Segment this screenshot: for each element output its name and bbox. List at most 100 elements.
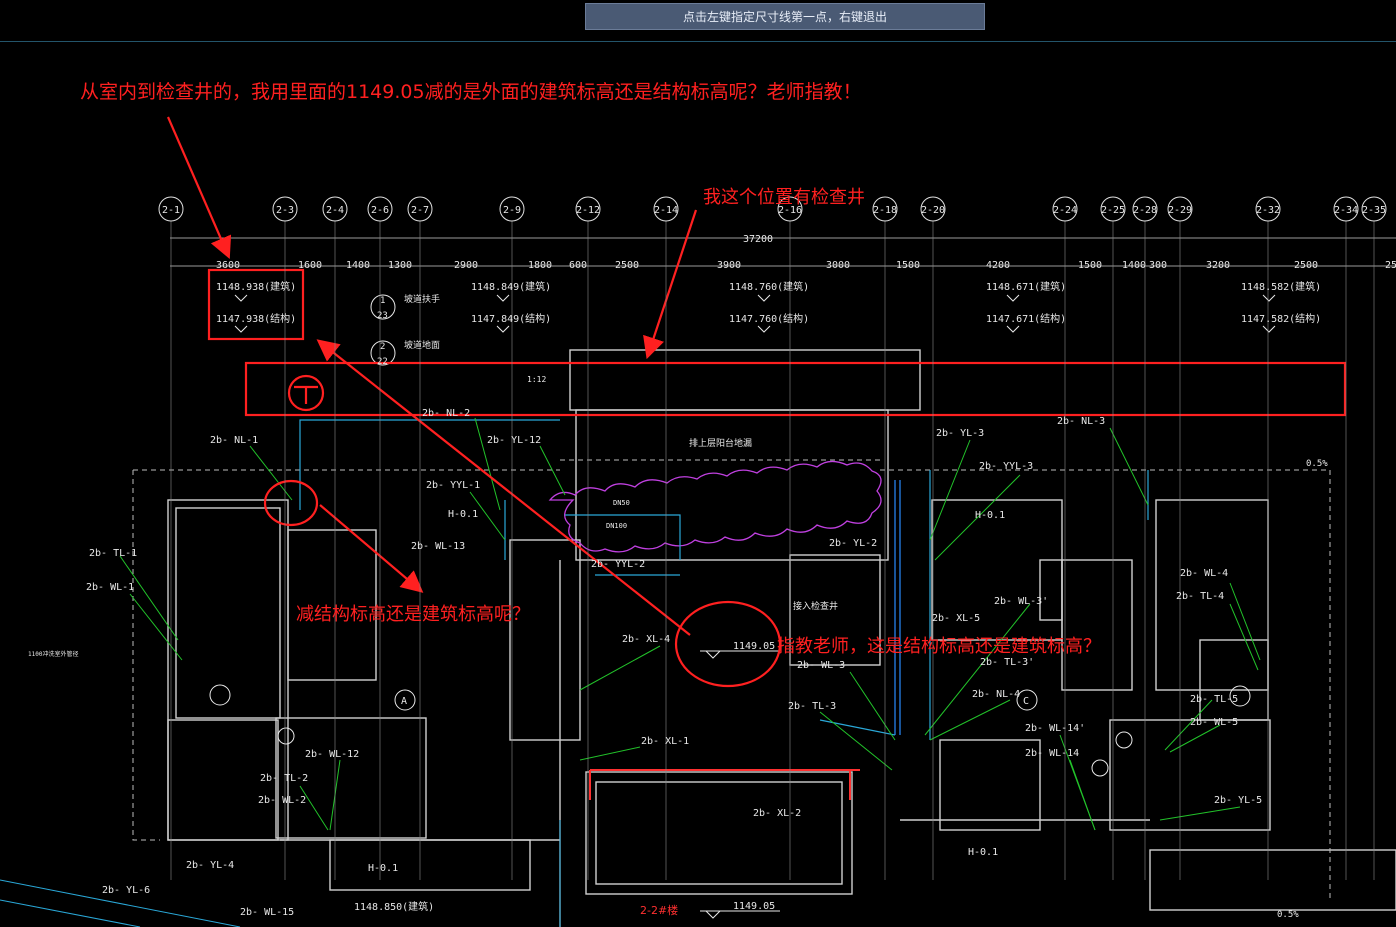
elev-struct-5: 1147.582(结构) [1241, 312, 1321, 325]
dimension-label: 2900 [454, 260, 478, 271]
elev-indoor: 1149.05 [733, 641, 775, 652]
label-h01c: H-0.1 [975, 510, 1005, 521]
label-section: 1100冲洗室外管径 [28, 650, 78, 658]
label-yl2: 2b- YL-2 [829, 538, 877, 549]
label-xl5: 2b- XL-5 [932, 613, 980, 624]
label-tl3: 2b- TL-3 [788, 701, 836, 712]
elev-arch-4: 1148.671(建筑) [986, 280, 1066, 293]
dimension-label: 600 [569, 260, 587, 271]
elev-struct-4: 1147.671(结构) [986, 312, 1066, 325]
elev-struct-3: 1147.760(结构) [729, 312, 809, 325]
pipe-highlight-circle [263, 479, 319, 527]
dimension-label: 1400 [1122, 260, 1146, 271]
label-slope: 0.5% [1306, 459, 1328, 469]
elevation-highlight-box [207, 268, 305, 341]
label-n2: 2 [380, 342, 385, 352]
axis-bubble-label: 2-1 [162, 205, 180, 216]
label-ramp-rail: 坡道扶手 [404, 293, 440, 305]
dimension-label: 300 [1149, 260, 1167, 271]
axis-bubble-label: 2-7 [411, 205, 429, 216]
cad-drawing-canvas[interactable]: 2-1 2-3 2-4 2-6 2-7 2-9 2-12 2-14 2-16 2-18 2-20 2-… [0, 0, 1396, 927]
label-wl15: 2b- WL-15 [240, 907, 294, 918]
annotation-right-question: 指教老师，这是结构标高还是建筑标高？ [777, 636, 1101, 657]
label-leaders [119, 417, 1261, 831]
dimension-label: 25 [1385, 260, 1396, 271]
label-wl14: 2b- WL-14 [1025, 748, 1079, 759]
label-n23: 23 [377, 311, 388, 321]
axis-bubble-label: 2-32 [1256, 205, 1280, 216]
dimension-label: 2500 [615, 260, 639, 271]
dimension-label: 1500 [1078, 260, 1102, 271]
label-drain: 排上层阳台地漏 [689, 437, 752, 449]
label-nl4: 2b- NL-4 [972, 689, 1020, 700]
label-n22: 22 [377, 357, 388, 367]
label-wl2: 2b- WL-2 [258, 795, 306, 806]
annotation-mid-question: 减结构标高还是建筑标高呢？ [296, 604, 530, 625]
label-nl2: 2b- NL-2 [422, 408, 470, 419]
label-tl1: 2b- TL-1 [89, 548, 137, 559]
label-axis-a: A [401, 696, 407, 707]
dimension-label: 1800 [528, 260, 552, 271]
dimension-label: 3000 [826, 260, 850, 271]
dimension-label: 4200 [986, 260, 1010, 271]
elev-indoor-2: 1149.05 [733, 901, 775, 912]
overall-dimension-label: 37200 [743, 234, 773, 245]
label-wl5: 2b- WL-5 [1190, 717, 1238, 728]
axis-bubble-label: 2-6 [371, 205, 389, 216]
label-xl4: 2b- XL-4 [622, 634, 670, 645]
dimension-label: 1300 [388, 260, 412, 271]
axis-bubble-label: 2-4 [326, 205, 344, 216]
axis-bubble-label: 2-35 [1362, 205, 1386, 216]
label-wl1: 2b- WL-1 [86, 582, 134, 593]
annotation-top-question: 从室内到检查井的，我用里面的1149.05减的是外面的建筑标高还是结构标高呢？老… [80, 81, 862, 103]
label-tl5: 2b- TL-5 [1190, 694, 1238, 705]
label-dn50: DN50 [613, 499, 630, 507]
label-yl4: 2b- YL-4 [186, 860, 234, 871]
axis-bubble-label: 2-12 [576, 205, 600, 216]
label-nl1: 2b- NL-1 [210, 435, 258, 446]
axis-bubble-label: 2-34 [1334, 205, 1358, 216]
label-wl14a: 2b- WL-14' [1025, 723, 1085, 734]
annotation-inspection-well: 我这个位置有检查井 [703, 187, 865, 208]
label-yyl3: 2b- YYL-3 [979, 461, 1033, 472]
dimension-label: 3600 [216, 260, 240, 271]
elev-struct-2: 1147.849(结构) [471, 312, 551, 325]
label-h01d: H-0.1 [968, 847, 998, 858]
label-wl3: 2b- WL-3' [994, 596, 1048, 607]
label-well-pipe: 接入检查井 [793, 600, 838, 612]
label-wl3b: 2b- WL-3 [797, 660, 845, 671]
axis-bubble-label: 2-9 [503, 205, 521, 216]
dimension-label: 1500 [896, 260, 920, 271]
label-h01a: H-0.1 [448, 509, 478, 520]
label-yyl2: 2b- YYL-2 [591, 559, 645, 570]
axis-bubble-label: 2-18 [873, 205, 897, 216]
elev-struct-1: 1147.938(结构) [216, 312, 296, 325]
label-tl3a: 2b- TL-3' [980, 657, 1034, 668]
label-xl1: 2b- XL-1 [641, 736, 689, 747]
axis-bubble-label: 2-14 [654, 205, 678, 216]
axis-bubble-label: 2-3 [276, 205, 294, 216]
dimension-label: 2500 [1294, 260, 1318, 271]
label-h01b: H-0.1 [368, 863, 398, 874]
label-wl4: 2b- WL-4 [1180, 568, 1228, 579]
elev-arch-5: 1148.582(建筑) [1241, 280, 1321, 293]
elev-arch-1: 1148.938(建筑) [216, 280, 296, 293]
label-dn100: DN100 [606, 522, 627, 530]
label-axis-c: C [1023, 696, 1029, 707]
elev-arch-3: 1148.760(建筑) [729, 280, 809, 293]
label-nl3: 2b- NL-3 [1057, 416, 1105, 427]
label-wl13: 2b- WL-13 [411, 541, 465, 552]
label-yl5: 2b- YL-5 [1214, 795, 1262, 806]
label-yl12: 2b- YL-12 [487, 435, 541, 446]
label-stair: 2-2#楼 [640, 903, 678, 917]
label-yl6: 2b- YL-6 [102, 885, 150, 896]
label-yl3: 2b- YL-3 [936, 428, 984, 439]
label-yyl1: 2b- YYL-1 [426, 480, 480, 491]
elev-arch-2: 1148.849(建筑) [471, 280, 551, 293]
dimension-label: 3200 [1206, 260, 1230, 271]
axis-bubble-label: 2-25 [1101, 205, 1125, 216]
label-xl2: 2b- XL-2 [753, 808, 801, 819]
label-slope2: 0.5% [1277, 910, 1299, 920]
axis-bubbles: 2-1 2-3 2-4 2-6 2-7 2-9 2-12 2-14 2-16 2-18 2-20 2-… [158, 196, 1387, 880]
label-tl4: 2b- TL-4 [1176, 591, 1224, 602]
